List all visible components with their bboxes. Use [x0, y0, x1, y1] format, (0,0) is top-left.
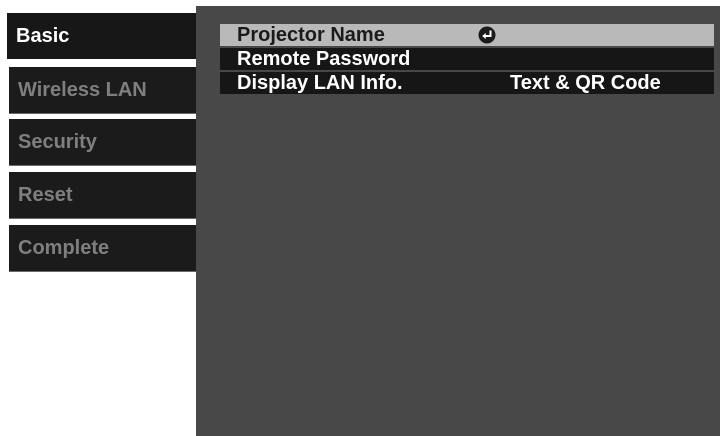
- menu-item-remote-password[interactable]: Remote Password: [220, 48, 714, 70]
- tab-wireless-lan[interactable]: Wireless LAN: [9, 67, 209, 113]
- tab-label: Security: [18, 131, 97, 153]
- tab-label: Basic: [16, 25, 70, 47]
- menu-item-projector-name[interactable]: Projector Name: [220, 24, 714, 46]
- settings-panel: Projector Name Remote Password Display L…: [196, 6, 720, 436]
- menu-item-value: Text & QR Code: [510, 72, 661, 94]
- menu-item-label: Display LAN Info.: [237, 72, 403, 94]
- settings-menu: Projector Name Remote Password Display L…: [220, 24, 714, 96]
- tab-security[interactable]: Security: [9, 119, 209, 165]
- sidebar: Basic Wireless LAN Security Reset Comple…: [0, 0, 212, 436]
- tab-reset[interactable]: Reset: [9, 172, 209, 218]
- tab-label: Complete: [18, 237, 110, 259]
- tab-label: Reset: [18, 184, 73, 206]
- menu-item-display-lan-info[interactable]: Display LAN Info. Text & QR Code: [220, 72, 714, 94]
- menu-item-label: Projector Name: [237, 24, 385, 46]
- tab-label: Wireless LAN: [18, 79, 147, 101]
- menu-item-label: Remote Password: [237, 48, 411, 70]
- tab-complete[interactable]: Complete: [9, 225, 209, 271]
- tab-basic[interactable]: Basic: [7, 13, 210, 59]
- enter-icon: [478, 26, 496, 44]
